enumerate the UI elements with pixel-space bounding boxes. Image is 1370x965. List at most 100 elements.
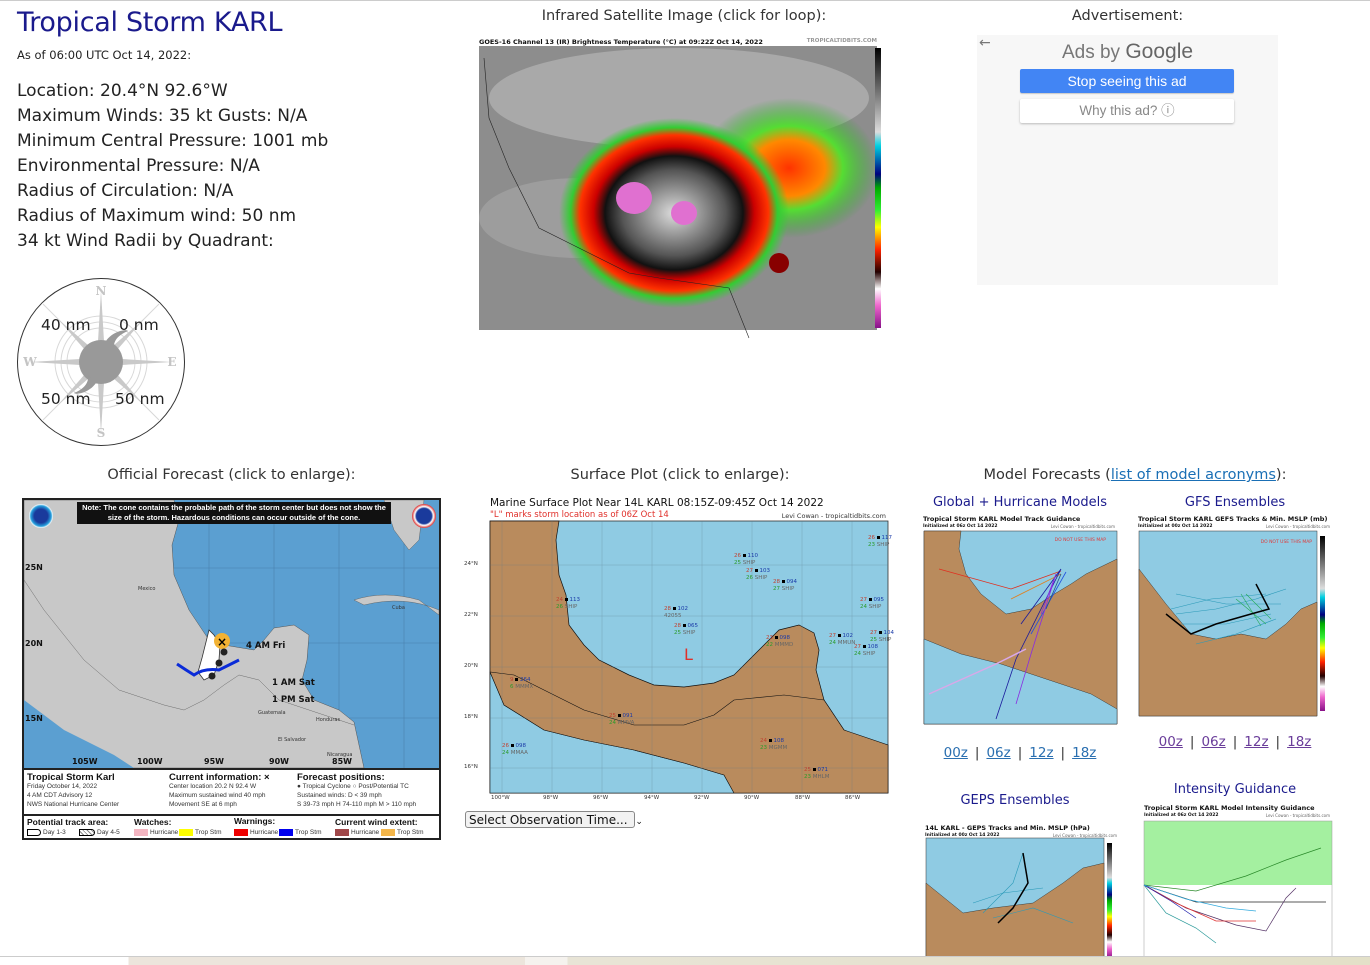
geps-map <box>925 837 1112 958</box>
advertisement: ← Ads by Google Stop seeing this ad Why … <box>977 35 1278 285</box>
station-pressure: 091 <box>622 713 634 719</box>
intensity-heading: Intensity Guidance <box>1173 782 1297 797</box>
observation-time-select[interactable]: Select Observation Time... ⌄ <box>465 811 643 828</box>
geps-heading: GEPS Ensembles <box>960 793 1070 808</box>
station-dewpoint: 25 <box>674 630 681 636</box>
run-12z-link[interactable]: 12z <box>1029 745 1053 761</box>
station-pressure: 108 <box>867 644 879 650</box>
intensity-chart <box>1143 820 1333 958</box>
station-dewpoint: 26 <box>556 604 563 610</box>
station-plot: 28 102 42055 <box>664 606 688 620</box>
run-06z-link[interactable]: 06z <box>1201 734 1225 750</box>
station-pressure: 094 <box>786 579 798 585</box>
geps-image-link[interactable]: 14L KARL - GEPS Tracks and Min. MSLP (hP… <box>923 823 1121 958</box>
station-dot-icon <box>617 714 621 717</box>
place-label: Mexico <box>138 586 156 592</box>
station-dot-icon <box>564 598 568 601</box>
station-temp: 27 <box>746 568 753 574</box>
legend-date: Friday October 14, 2022 <box>27 783 98 790</box>
compass-e: E <box>167 355 176 369</box>
run-18z-link[interactable]: 18z <box>1072 745 1096 761</box>
lat-label: 25N <box>25 563 43 572</box>
station-id: SHIP <box>682 630 696 636</box>
radius-ne: 0 nm <box>119 316 159 334</box>
surface-plot-heading: Surface Plot (click to enlarge): <box>570 467 790 483</box>
station-temp: 26 <box>868 535 875 541</box>
station-pressure: 065 <box>687 623 699 629</box>
station-dewpoint: 24 <box>502 750 509 756</box>
station-temp: 26 <box>734 553 741 559</box>
satellite-image-link[interactable]: GOES-16 Channel 13 (IR) Brightness Tempe… <box>479 38 889 340</box>
station-dewpoint: 25 <box>734 560 741 566</box>
place-label: Honduras <box>316 717 341 723</box>
legend-track-day45: Day 4-5 <box>79 829 120 838</box>
place-label: El Salvador <box>278 737 307 743</box>
station-temp: 28 <box>773 579 780 585</box>
station-temp: 28 <box>674 623 681 629</box>
location-line: Location: 20.4°N 92.6°W <box>17 81 228 101</box>
legend-current-line: Maximum sustained wind 40 mph <box>169 792 266 799</box>
legend-current-heading: Current information: × <box>169 772 270 783</box>
compass-s: S <box>97 426 106 440</box>
cone-note: Note: The cone contains the probable pat… <box>77 502 391 524</box>
satellite-heading: Infrared Satellite Image (click for loop… <box>541 8 827 24</box>
nws-logo-icon <box>412 504 436 528</box>
station-pressure: 117 <box>881 535 893 541</box>
legend-extent-heading: Current wind extent: <box>335 817 418 827</box>
run-18z-link[interactable]: 18z <box>1287 734 1311 750</box>
global-models-image-link[interactable]: Tropical Storm KARL Model Track Guidance… <box>921 514 1119 729</box>
lat-label: 15N <box>25 714 43 723</box>
run-00z-link[interactable]: 00z <box>944 745 968 761</box>
intensity-image-link[interactable]: Tropical Storm KARL Model Intensity Guid… <box>1136 803 1334 958</box>
legend-tropstm-watch: Trop Stm <box>179 829 222 838</box>
station-id: MMMX <box>515 684 534 690</box>
station-temp: 27 <box>870 630 877 636</box>
place-label: Nicaragua <box>327 752 353 758</box>
official-forecast-image-link[interactable]: × Note: The cone contains the probable p… <box>22 498 441 840</box>
lon-label: 95W <box>204 757 224 766</box>
station-id: SHIP <box>781 586 795 592</box>
station-temp: 26 <box>502 743 509 749</box>
surface-plot-image-link[interactable]: Marine Surface Plot Near 14L KARL 08:15Z… <box>464 495 894 807</box>
station-id: SHIP <box>564 604 578 610</box>
legend-center: NWS National Hurricane Center <box>27 801 120 808</box>
legend-hurricane-watch: Hurricane <box>134 829 178 838</box>
station-dot-icon <box>862 645 866 648</box>
stop-seeing-ad-button[interactable]: Stop seeing this ad <box>1020 69 1234 93</box>
nhc-legend: Tropical Storm Karl Friday October 14, 2… <box>24 768 439 838</box>
model-acronyms-link[interactable]: list of model acronyms <box>1111 467 1276 483</box>
why-this-ad-button[interactable]: Why this ad? ⓘ <box>1020 99 1234 123</box>
ad-heading: Advertisement: <box>1071 8 1184 24</box>
run-00z-link[interactable]: 00z <box>1159 734 1183 750</box>
station-dot-icon <box>672 607 676 610</box>
station-id: 42055 <box>664 613 682 619</box>
station-dot-icon <box>515 678 519 681</box>
station-pressure: 098 <box>515 743 527 749</box>
lat-tick: 22°N <box>464 612 478 618</box>
station-temp: 23 <box>766 635 773 641</box>
model-forecasts-heading: Model Forecasts (list of model acronyms)… <box>983 467 1287 483</box>
gefs-image-link[interactable]: Tropical Storm KARL GEFS Tracks & Min. M… <box>1136 514 1334 719</box>
forecast-point-label: 1 PM Sat <box>272 695 315 705</box>
lon-tick: 86°W <box>845 795 861 801</box>
radius-max-wind-line: Radius of Maximum wind: 50 nm <box>17 206 297 226</box>
station-dot-icon <box>868 598 872 601</box>
station-temp: 27 <box>854 644 861 650</box>
station-temp: 9 <box>510 677 514 683</box>
lon-tick: 100°W <box>491 795 510 801</box>
station-dot-icon <box>812 768 816 771</box>
station-plot: 27 104 25 SHIP <box>870 630 894 644</box>
current-position-icon: × <box>217 635 227 649</box>
run-12z-link[interactable]: 12z <box>1244 734 1268 750</box>
satellite-image <box>479 46 881 339</box>
gefs-warning: DO NOT USE THIS MAP <box>1261 539 1313 545</box>
station-dewpoint: 23 <box>804 774 811 780</box>
global-models-map: DO NOT USE THIS MAP <box>923 530 1118 725</box>
station-dewpoint: 24 <box>860 604 867 610</box>
legend-forecast-heading: Forecast positions: <box>297 772 385 783</box>
station-dot-icon <box>742 554 746 557</box>
station-temp: 24 <box>556 597 563 603</box>
station-pressure: 108 <box>773 738 785 744</box>
station-id: SHIP <box>742 560 756 566</box>
run-06z-link[interactable]: 06z <box>986 745 1010 761</box>
